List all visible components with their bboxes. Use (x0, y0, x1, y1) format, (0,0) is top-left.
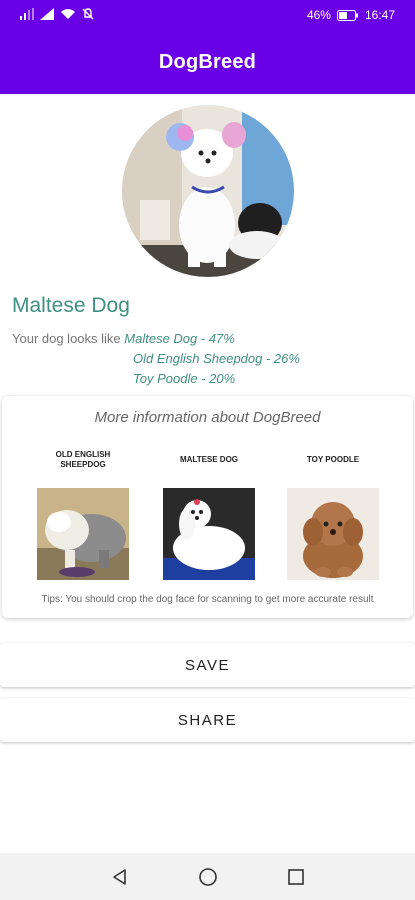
prediction-2: Old English Sheepdog - 26% (133, 351, 300, 366)
scan-tips: Tips: You should crop the dog face for s… (41, 594, 374, 605)
mute-icon (82, 8, 94, 20)
app-title: DogBreed (158, 50, 257, 73)
save-button[interactable]: SAVE (0, 643, 415, 687)
clock: 16:47 (364, 8, 395, 22)
recents-icon[interactable] (284, 865, 308, 889)
prediction-1: Maltese Dog - 47% (124, 331, 235, 346)
more-info-title: More information about DogBreed (94, 409, 321, 426)
back-icon[interactable] (108, 865, 132, 889)
breed-label-poodle: TOY POODLE (306, 455, 360, 464)
breed-label-sheepdog: OLD ENGLISH SHEEPDOG (55, 450, 111, 469)
app-bar: DogBreed (0, 30, 415, 94)
battery-icon (336, 9, 358, 21)
breed-card-maltese[interactable]: MALTESE DOG (154, 446, 264, 580)
sim-signal-icon (20, 8, 34, 20)
status-icons-left (20, 8, 94, 20)
maltese-photo[interactable] (163, 488, 255, 580)
status-bar: 46% 16:47 (0, 0, 415, 30)
home-icon[interactable] (196, 865, 220, 889)
wifi-icon (61, 9, 75, 19)
sheepdog-photo[interactable] (37, 488, 129, 580)
system-nav-bar (0, 853, 415, 900)
result-intro-label: Your dog looks like (12, 331, 121, 346)
battery-percent: 46% (306, 8, 331, 22)
more-info-card: More information about DogBreed OLD ENGL… (2, 396, 413, 618)
breed-label-maltese: MALTESE DOG (179, 455, 239, 464)
share-button[interactable]: SHARE (0, 698, 415, 742)
prediction-3: Toy Poodle - 20% (133, 371, 236, 386)
result-intro: Your dog looks like Maltese Dog - 47% (12, 331, 235, 346)
breed-card-poodle[interactable]: TOY POODLE (278, 446, 388, 580)
breed-card-sheepdog[interactable]: OLD ENGLISH SHEEPDOG (28, 446, 138, 580)
scanned-dog-photo (122, 105, 294, 277)
detected-breed-name: Maltese Dog (12, 294, 130, 317)
poodle-photo[interactable] (287, 488, 379, 580)
signal-icon (40, 8, 54, 20)
status-icons-right: 46% 16:47 (307, 8, 395, 22)
